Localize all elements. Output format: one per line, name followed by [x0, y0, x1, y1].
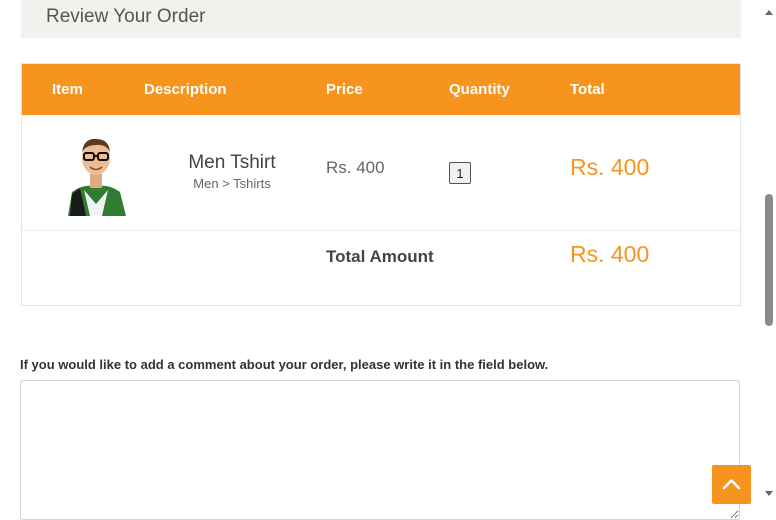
total-amount-label: Total Amount [326, 247, 434, 266]
column-header-quantity: Quantity [449, 81, 510, 98]
line-total: Rs. 400 [570, 154, 650, 180]
scrollbar-thumb[interactable] [765, 194, 773, 326]
product-price: Rs. 400 [326, 158, 385, 177]
quantity-field[interactable]: 1 [449, 162, 471, 184]
comment-textarea[interactable] [20, 380, 740, 520]
table-header: Item Description Price Quantity Total [22, 64, 740, 115]
column-header-total: Total [570, 81, 605, 98]
column-header-description: Description [144, 81, 227, 98]
man-in-tshirt-photo-icon [68, 138, 126, 216]
chevron-up-icon [722, 479, 741, 490]
vertical-scrollbar[interactable] [762, 0, 776, 506]
order-table: Item Description Price Quantity Total Me… [21, 63, 741, 306]
review-header: Review Your Order [21, 0, 741, 38]
product-category: Men > Tshirts [193, 176, 271, 191]
column-header-price: Price [326, 81, 363, 98]
comment-label: If you would like to add a comment about… [20, 357, 549, 372]
product-name[interactable]: Men Tshirt [172, 152, 292, 174]
back-to-top-button[interactable] [712, 465, 751, 504]
scroll-down-arrow-icon[interactable] [765, 491, 773, 496]
scroll-up-arrow-icon[interactable] [765, 10, 773, 15]
total-amount-value: Rs. 400 [570, 241, 650, 267]
product-image[interactable] [62, 134, 130, 216]
page-title: Review Your Order [46, 6, 206, 27]
row-divider [22, 230, 740, 231]
column-header-item: Item [52, 81, 83, 98]
